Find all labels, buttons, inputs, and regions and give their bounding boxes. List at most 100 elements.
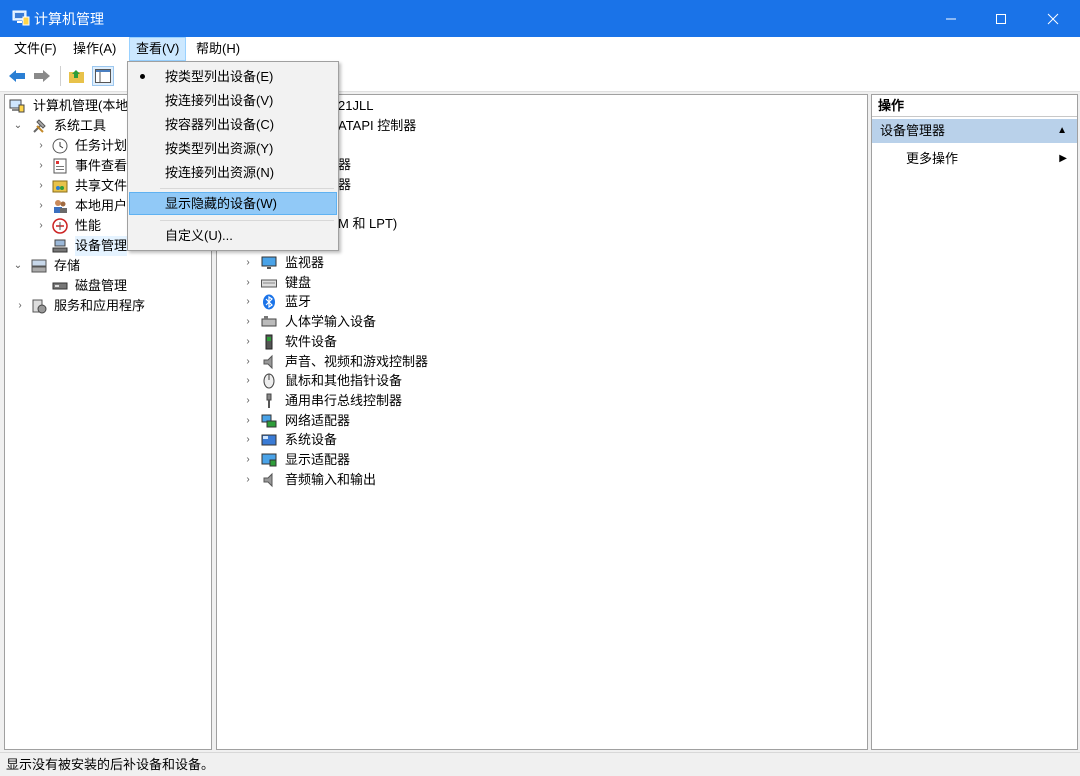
menu-separator: [160, 188, 334, 189]
monitor-icon: [261, 256, 277, 269]
chevron-right-icon[interactable]: ›: [243, 273, 253, 293]
back-arrow-icon: [9, 70, 25, 82]
menu-separator: [160, 220, 334, 221]
menu-item-resources-by-type[interactable]: 按类型列出资源(Y): [129, 137, 337, 160]
status-text: 显示没有被安装的后补设备和设备。: [6, 757, 215, 772]
maximize-button[interactable]: [976, 0, 1026, 37]
computer-management-window: 计算机管理 文件(F) 操作(A) 查看(V) 帮助(H) 计算机管理(本地 ⌄…: [0, 0, 1080, 776]
menu-item-devices-by-connection[interactable]: 按连接列出设备(V): [129, 89, 337, 112]
performance-icon: [52, 218, 68, 234]
actions-header: 操作: [872, 95, 1077, 117]
chevron-right-icon[interactable]: ›: [243, 450, 253, 470]
tools-icon: [33, 119, 46, 133]
bluetooth-icon: [263, 294, 275, 310]
device-category-label: 软件设备: [285, 334, 338, 349]
menu-item-show-hidden-devices[interactable]: 显示隐藏的设备(W): [129, 192, 337, 215]
menu-file[interactable]: 文件(F): [8, 37, 63, 61]
chevron-right-icon[interactable]: ›: [243, 371, 253, 391]
tree-storage[interactable]: ⌄ 存储: [7, 256, 207, 276]
tree-label: 服务和应用程序: [54, 298, 146, 313]
show-hide-console-tree-button[interactable]: [92, 66, 114, 86]
device-manager-icon: [52, 239, 68, 253]
tree-disk-management[interactable]: 磁盘管理: [7, 276, 207, 296]
chevron-right-icon[interactable]: ›: [243, 430, 253, 450]
system-device-icon: [261, 434, 277, 446]
chevron-right-icon[interactable]: ›: [36, 156, 46, 176]
menu-bar: 文件(F) 操作(A) 查看(V) 帮助(H): [0, 37, 1080, 61]
device-category-label: 键盘: [285, 275, 312, 290]
actions-group-label: 设备管理器: [880, 123, 946, 138]
chevron-right-icon[interactable]: ›: [15, 296, 25, 316]
chevron-right-icon[interactable]: ›: [243, 332, 253, 352]
clock-icon: [52, 138, 68, 154]
tree-label: 事件查看: [75, 158, 128, 173]
menu-item-devices-by-type[interactable]: 按类型列出设备(E): [129, 65, 337, 88]
status-bar: 显示没有被安装的后补设备和设备。: [0, 752, 1080, 776]
tree-root-label: 计算机管理(本地: [33, 98, 129, 113]
view-menu-dropdown: 按类型列出设备(E) 按连接列出设备(V) 按容器列出设备(C) 按类型列出资源…: [127, 61, 339, 251]
folder-up-icon: [69, 70, 84, 83]
minimize-button[interactable]: [926, 0, 976, 37]
close-button[interactable]: [1028, 0, 1078, 37]
chevron-down-icon[interactable]: ⌄: [13, 256, 23, 276]
tree-label: 任务计划: [75, 138, 128, 153]
chevron-right-icon[interactable]: ›: [243, 312, 253, 332]
users-icon: [54, 200, 67, 213]
storage-icon: [31, 259, 47, 273]
console-tree-icon: [95, 69, 111, 83]
submenu-arrow-icon[interactable]: ▶: [1059, 147, 1067, 171]
menu-item-customize[interactable]: 自定义(U)...: [129, 224, 337, 247]
usb-icon: [266, 393, 272, 408]
forward-button[interactable]: [31, 66, 53, 86]
up-folder-button[interactable]: [66, 66, 88, 86]
back-button[interactable]: [6, 66, 28, 86]
maximize-icon: [996, 13, 1006, 24]
device-category-label: 监视器: [285, 255, 325, 270]
chevron-right-icon[interactable]: ›: [243, 391, 253, 411]
menu-action[interactable]: 操作(A): [67, 37, 122, 61]
tree-label: 性能: [75, 218, 102, 233]
speaker-icon: [263, 354, 273, 370]
actions-pane: 操作 设备管理器 ▲ 更多操作 ▶: [871, 94, 1078, 750]
forward-arrow-icon: [34, 70, 50, 82]
event-viewer-icon: [53, 158, 67, 174]
more-actions-link[interactable]: 更多操作: [906, 147, 958, 171]
chevron-right-icon[interactable]: ›: [243, 352, 253, 372]
window-title: 计算机管理: [34, 11, 104, 27]
tree-label: 共享文件: [75, 178, 128, 193]
close-icon: [1047, 13, 1059, 24]
tree-label: 设备管理: [75, 236, 128, 256]
display-adapter-icon: [261, 453, 277, 467]
disk-management-icon: [52, 282, 68, 290]
device-category-label: 显示适配器: [285, 452, 351, 467]
software-device-icon: [265, 334, 273, 350]
chevron-right-icon[interactable]: ›: [36, 176, 46, 196]
chevron-right-icon[interactable]: ›: [36, 216, 46, 236]
menu-item-resources-by-connection[interactable]: 按连接列出资源(N): [129, 161, 337, 184]
chevron-right-icon[interactable]: ›: [243, 411, 253, 431]
device-category-label: 通用串行总线控制器: [285, 393, 403, 408]
menu-item-devices-by-container[interactable]: 按容器列出设备(C): [129, 113, 337, 136]
chevron-right-icon[interactable]: ›: [36, 196, 46, 216]
network-icon: [261, 414, 277, 428]
minimize-icon: [946, 18, 956, 19]
chevron-right-icon[interactable]: ›: [36, 136, 46, 156]
tree-services-apps[interactable]: › 服务和应用程序: [7, 296, 207, 316]
tree-label: 存储: [54, 258, 81, 273]
actions-group-device-manager[interactable]: 设备管理器 ▲: [872, 119, 1077, 143]
title-bar[interactable]: 计算机管理: [0, 0, 1080, 37]
chevron-down-icon[interactable]: ⌄: [13, 116, 23, 136]
chevron-right-icon[interactable]: ›: [243, 253, 253, 273]
audio-io-icon: [263, 472, 273, 488]
chevron-right-icon[interactable]: ›: [243, 470, 253, 490]
menu-help[interactable]: 帮助(H): [190, 37, 246, 61]
device-category-label: 声音、视频和游戏控制器: [285, 354, 429, 369]
device-category-label: 鼠标和其他指针设备: [285, 373, 403, 388]
collapse-up-icon[interactable]: ▲: [1057, 119, 1067, 143]
computer-management-icon: [12, 10, 30, 26]
mouse-icon: [263, 373, 275, 389]
device-category-label: 网络适配器: [285, 413, 351, 428]
device-category-label: 系统设备: [285, 432, 338, 447]
menu-view[interactable]: 查看(V): [129, 37, 187, 61]
chevron-right-icon[interactable]: ›: [243, 292, 253, 312]
